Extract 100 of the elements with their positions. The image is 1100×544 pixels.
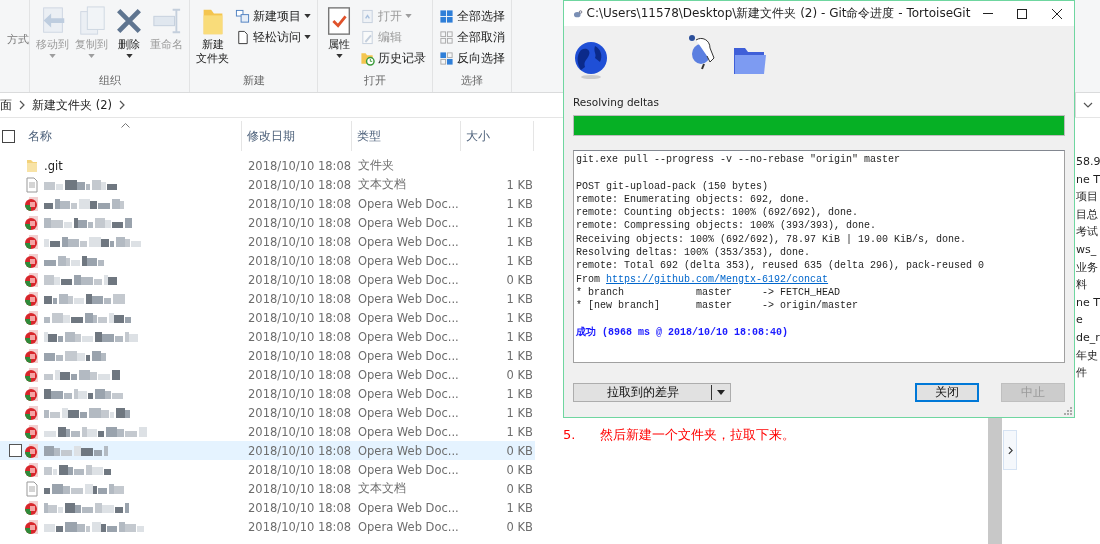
window-title: C:\Users\11578\Desktop\新建文件夹 (2) - Git命令进度 - TortoiseGit bbox=[586, 5, 971, 22]
type-cell-text: Opera Web Doc... bbox=[357, 215, 460, 230]
chevron-icon bbox=[1007, 445, 1013, 455]
date-cell-text: 2018/10/10 18:08 bbox=[247, 348, 353, 363]
size-cell: 1 KB bbox=[506, 405, 533, 420]
ribbon-button[interactable]: 新建项目 bbox=[233, 6, 313, 26]
ribbon-button[interactable]: 反向选择 bbox=[437, 48, 507, 68]
date-cell-text: 2018/10/10 18:08 bbox=[247, 234, 353, 249]
repository-link[interactable]: https://github.com/Mengtx-6192/concat bbox=[606, 273, 829, 285]
type-cell-text: Opera Web Doc... bbox=[357, 462, 460, 477]
log-line: git.exe pull --progress -v --no-rebase "origin" master bbox=[576, 153, 902, 167]
type-cell-text: Opera Web Doc... bbox=[357, 519, 460, 534]
web-document-icon bbox=[24, 328, 40, 345]
split-button[interactable]: 拉取到的差异 bbox=[573, 383, 731, 402]
file-row[interactable]: 2018/10/10 18:08 文本文档 1 KB bbox=[0, 175, 535, 194]
date-cell-text: 2018/10/10 18:08 bbox=[247, 481, 353, 496]
column-header[interactable]: 修改日期 bbox=[242, 121, 352, 151]
ribbon-button[interactable]: 属性 bbox=[322, 4, 356, 73]
expand-button[interactable] bbox=[1003, 430, 1017, 470]
file-row[interactable]: 2018/10/10 18:08 Opera Web Doc... 1 KB bbox=[0, 384, 535, 403]
type-cell-text: Opera Web Doc... bbox=[357, 405, 460, 420]
ribbon-button[interactable]: 轻松访问 bbox=[233, 27, 313, 47]
log-line: * branch master -> FETCH_HEAD bbox=[576, 285, 842, 300]
file-row[interactable]: 2018/10/10 18:08 Opera Web Doc... 1 KB bbox=[0, 308, 535, 327]
size-cell: 1 KB bbox=[506, 253, 533, 268]
web-document-icon bbox=[24, 518, 40, 535]
file-row[interactable]: 2018/10/10 18:08 Opera Web Doc... 0 KB bbox=[0, 460, 535, 479]
file-row[interactable]: 2018/10/10 18:08 Opera Web Doc... 1 KB bbox=[0, 498, 535, 517]
group-label: 新建 bbox=[242, 73, 265, 89]
blurred-file-name bbox=[44, 350, 106, 361]
file-row[interactable]: 2018/10/10 18:08 Opera Web Doc... 1 KB bbox=[0, 346, 535, 365]
resize-grip-icon bbox=[1064, 407, 1072, 415]
maximize-icon bbox=[1017, 8, 1028, 19]
size-cell: 1 KB bbox=[506, 177, 533, 192]
delete-icon bbox=[114, 6, 144, 36]
open-icon bbox=[360, 8, 375, 24]
success-line: 成功 (8968 ms @ 2018/10/10 18:08:40) bbox=[576, 325, 790, 340]
type-cell-text: Opera Web Doc... bbox=[357, 272, 460, 287]
web-document-icon bbox=[24, 423, 40, 440]
column-header[interactable]: 名称 bbox=[23, 121, 242, 151]
file-row[interactable]: .git 2018/10/10 18:08 文件夹 bbox=[0, 156, 535, 175]
caret-icon bbox=[88, 53, 95, 58]
dialog-button[interactable]: 关闭 bbox=[915, 383, 979, 402]
edit-icon bbox=[360, 29, 375, 45]
date-cell-text: 2018/10/10 18:08 bbox=[247, 462, 353, 477]
file-row[interactable]: 2018/10/10 18:08 文本文档 0 KB bbox=[0, 479, 535, 498]
date-cell-text: 2018/10/10 18:08 bbox=[247, 272, 353, 287]
file-row[interactable]: 2018/10/10 18:08 Opera Web Doc... 1 KB bbox=[0, 327, 535, 346]
checkbox[interactable] bbox=[2, 129, 15, 143]
size-cell: 1 KB bbox=[506, 234, 533, 249]
date-cell-text: 2018/10/10 18:08 bbox=[247, 443, 353, 458]
size-cell: 0 KB bbox=[506, 443, 533, 458]
file-row[interactable]: 2018/10/10 18:08 Opera Web Doc... 1 KB bbox=[0, 289, 535, 308]
side-text: de_r bbox=[1076, 329, 1100, 346]
side-text: 料 bbox=[1076, 277, 1088, 294]
type-cell-text: 文本文档 bbox=[357, 177, 407, 192]
file-row[interactable]: 2018/10/10 18:08 Opera Web Doc... 0 KB bbox=[0, 365, 535, 384]
ribbon-button[interactable]: 全部取消 bbox=[437, 27, 507, 47]
web-document-icon bbox=[24, 499, 40, 516]
breadcrumb[interactable]: 面 bbox=[0, 97, 12, 113]
log-line: remote: Compressing objects: 100% (393/393), done. bbox=[576, 219, 878, 233]
side-text: 件 bbox=[1076, 365, 1088, 382]
file-row[interactable]: 2018/10/10 18:08 Opera Web Doc... 1 KB bbox=[0, 194, 535, 213]
type-cell-text: Opera Web Doc... bbox=[357, 291, 460, 306]
file-row[interactable]: 2018/10/10 18:08 Opera Web Doc... 0 KB bbox=[0, 270, 535, 289]
type-cell-text: Opera Web Doc... bbox=[357, 424, 460, 439]
date-cell-text: 2018/10/10 18:08 bbox=[247, 291, 353, 306]
ribbon-button[interactable]: 新建 文件夹 bbox=[194, 4, 231, 73]
caret-icon bbox=[125, 53, 133, 58]
date-cell-text: 2018/10/10 18:08 bbox=[247, 329, 353, 344]
caret-icon bbox=[717, 390, 725, 395]
type-cell-text: Opera Web Doc... bbox=[357, 310, 460, 325]
file-row[interactable]: 2018/10/10 18:08 Opera Web Doc... 1 KB bbox=[0, 422, 535, 441]
date-cell-text: 2018/10/10 18:08 bbox=[247, 386, 353, 401]
file-row[interactable]: 2018/10/10 18:08 Opera Web Doc... 0 KB bbox=[0, 517, 535, 536]
grid-icon bbox=[439, 29, 454, 45]
file-row[interactable]: 2018/10/10 18:08 Opera Web Doc... 1 KB bbox=[0, 213, 535, 232]
checkbox[interactable] bbox=[9, 444, 22, 457]
column-header[interactable]: 大小 bbox=[461, 121, 534, 151]
log-line: From https://github.com/Mengtx-6192/concat bbox=[576, 272, 830, 286]
type-cell-text: 文本文档 bbox=[357, 481, 407, 496]
breadcrumb[interactable]: 新建文件夹 (2) bbox=[32, 97, 112, 113]
ribbon-button[interactable]: 历史记录 bbox=[358, 48, 428, 68]
web-document-icon bbox=[24, 271, 40, 288]
address-bar[interactable]: 面 新建文件夹 (2) bbox=[0, 93, 563, 118]
side-text: ne T bbox=[1076, 171, 1100, 188]
date-cell-text: 2018/10/10 18:08 bbox=[247, 500, 353, 515]
document-icon bbox=[24, 480, 40, 497]
file-row[interactable]: 2018/10/10 18:08 Opera Web Doc... 1 KB bbox=[0, 403, 535, 422]
column-header[interactable]: 类型 bbox=[352, 121, 461, 151]
file-row[interactable]: 2018/10/10 18:08 Opera Web Doc... 1 KB bbox=[0, 232, 535, 251]
chevron-down-icon bbox=[1083, 102, 1093, 108]
ribbon-button[interactable]: 全部选择 bbox=[437, 6, 507, 26]
file-row[interactable]: 2018/10/10 18:08 Opera Web Doc... 0 KB bbox=[0, 441, 535, 460]
caret-icon bbox=[49, 53, 56, 58]
chevron-icon bbox=[19, 100, 25, 110]
ribbon-button[interactable]: 删除 bbox=[112, 4, 146, 73]
file-row[interactable]: 2018/10/10 18:08 Opera Web Doc... 1 KB bbox=[0, 251, 535, 270]
size-cell: 1 KB bbox=[506, 424, 533, 439]
date-cell-text: 2018/10/10 18:08 bbox=[247, 519, 353, 534]
